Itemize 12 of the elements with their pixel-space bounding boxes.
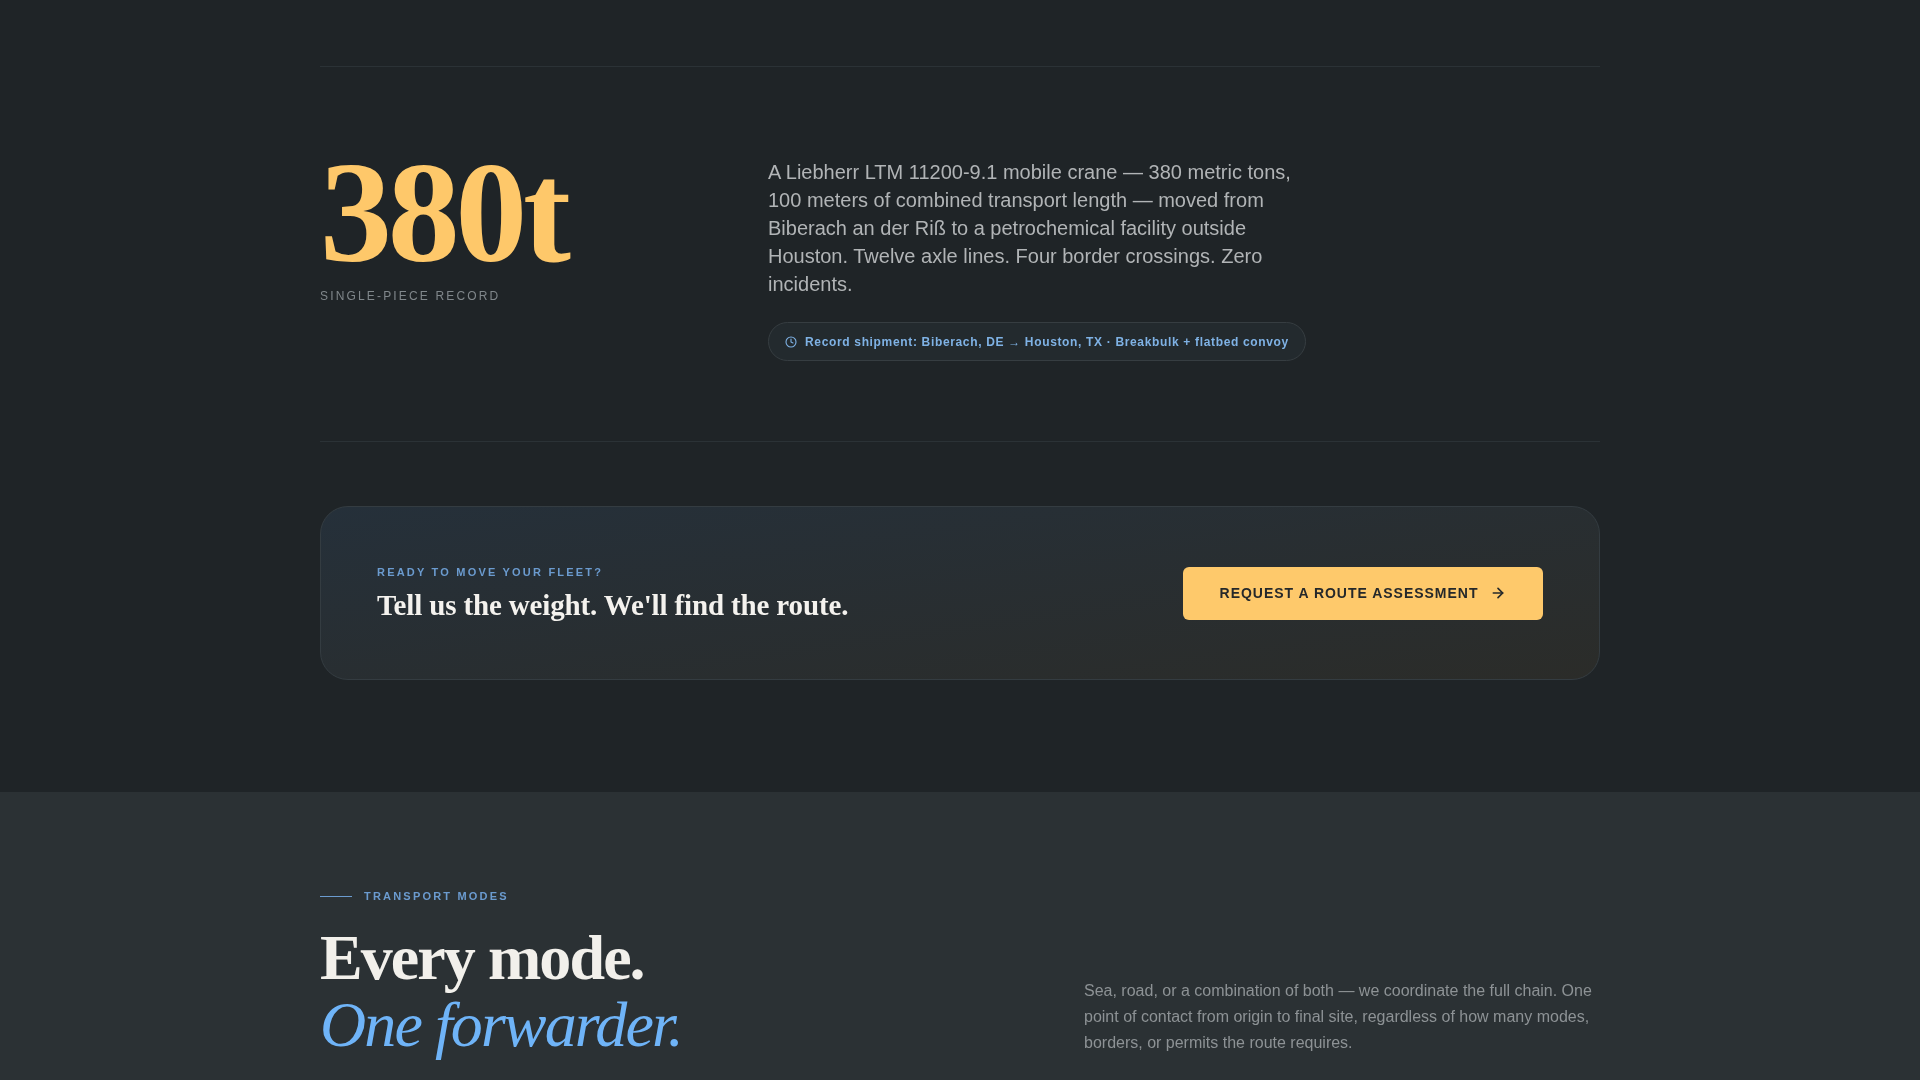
section-eyebrow: TRANSPORT MODES [364,889,509,904]
shipment-route-text: Record shipment: Biberach, DE → Houston, TX · Breakbulk + flatbed convoy [805,333,1289,351]
record-description: A Liebherr LTM 11200-9.1 mobile crane — 380 metric tons, 100 meters of combined transport length — moved from Biberach an der Riß to a petrochemical facility outside Houston. Twelve axle lines. Four border crossings. Zero incidents. [768,160,1292,297]
cta-eyebrow: READY TO MOVE YOUR FLEET? [377,565,604,580]
cta-heading: Tell us the weight. We'll find the route. [377,588,849,622]
record-label: SINGLE-PIECE RECORD [320,288,501,304]
accent-line [320,895,352,897]
route-assessment-button[interactable]: REQUEST A ROUTE ASSESSMENT [1183,566,1543,620]
record-figure: 380t [320,141,567,285]
clock-icon [785,335,797,348]
section-description: Sea, road, or a combination of both — we coordinate the full chain. One point of contact from origin to final site, regardless of how many modes, borders, or permits the route requires. [1084,981,1593,1053]
section-heading: Every mode. One forwarder. [320,924,682,1058]
